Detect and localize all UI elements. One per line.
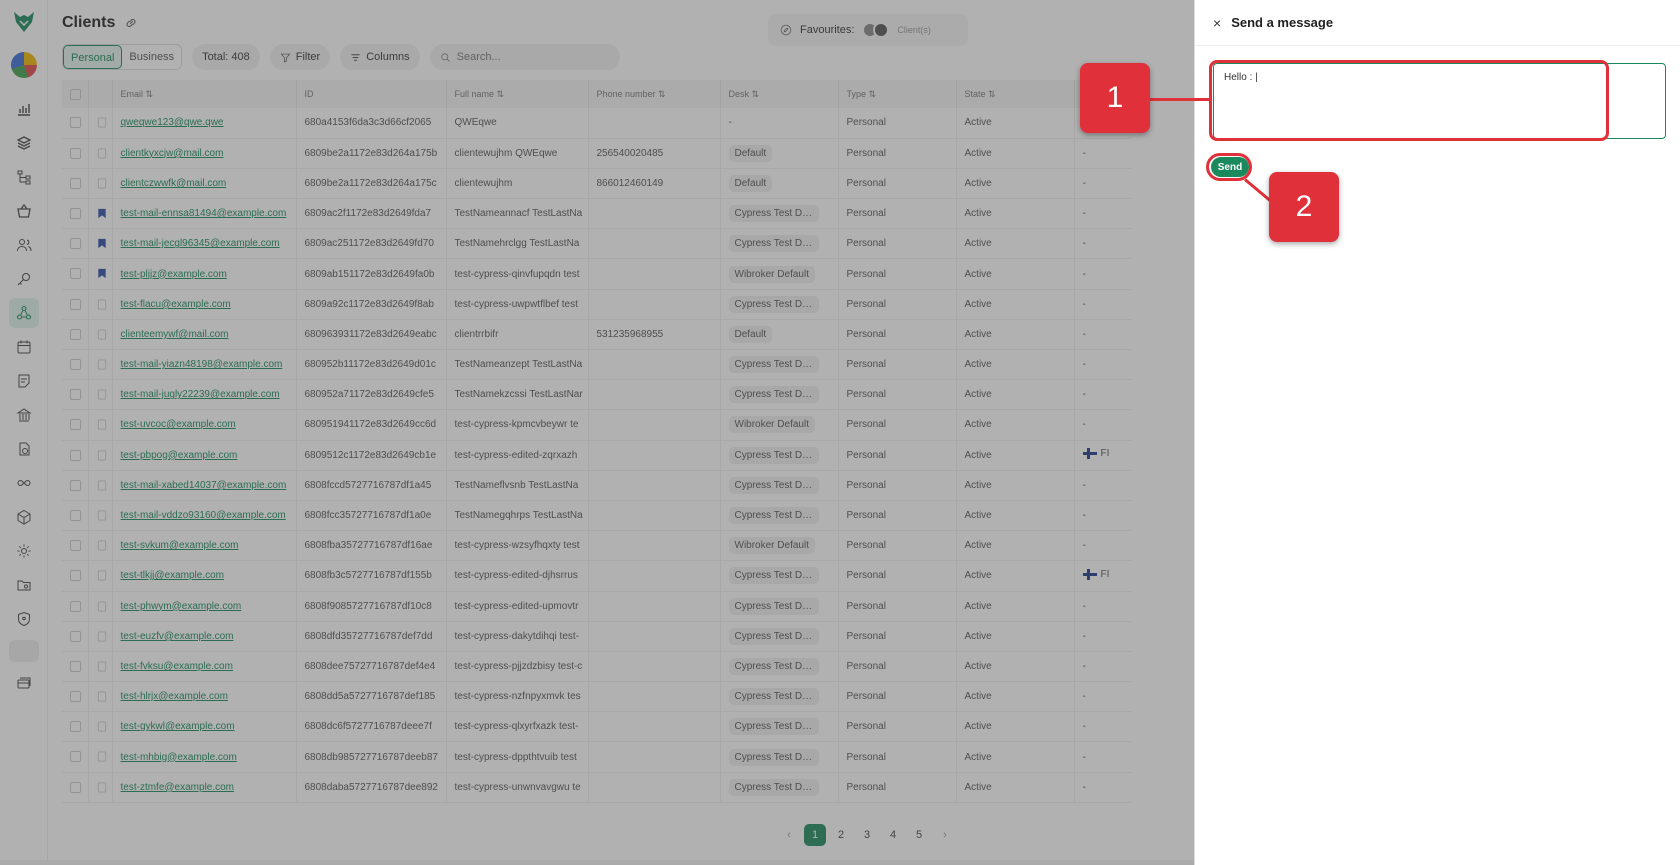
bottom-scrollbar[interactable]: [0, 860, 1194, 865]
panel-header: × Send a message: [1195, 0, 1680, 46]
modal-overlay[interactable]: [0, 0, 1194, 865]
annotation-2: 2: [1269, 172, 1339, 242]
annotation-1: 1: [1080, 63, 1150, 133]
highlight-send-button: [1206, 153, 1252, 181]
close-icon[interactable]: ×: [1213, 15, 1221, 31]
connector-line-1: [1150, 98, 1210, 101]
highlight-message-field: [1209, 60, 1609, 141]
panel-title: Send a message: [1231, 15, 1334, 30]
